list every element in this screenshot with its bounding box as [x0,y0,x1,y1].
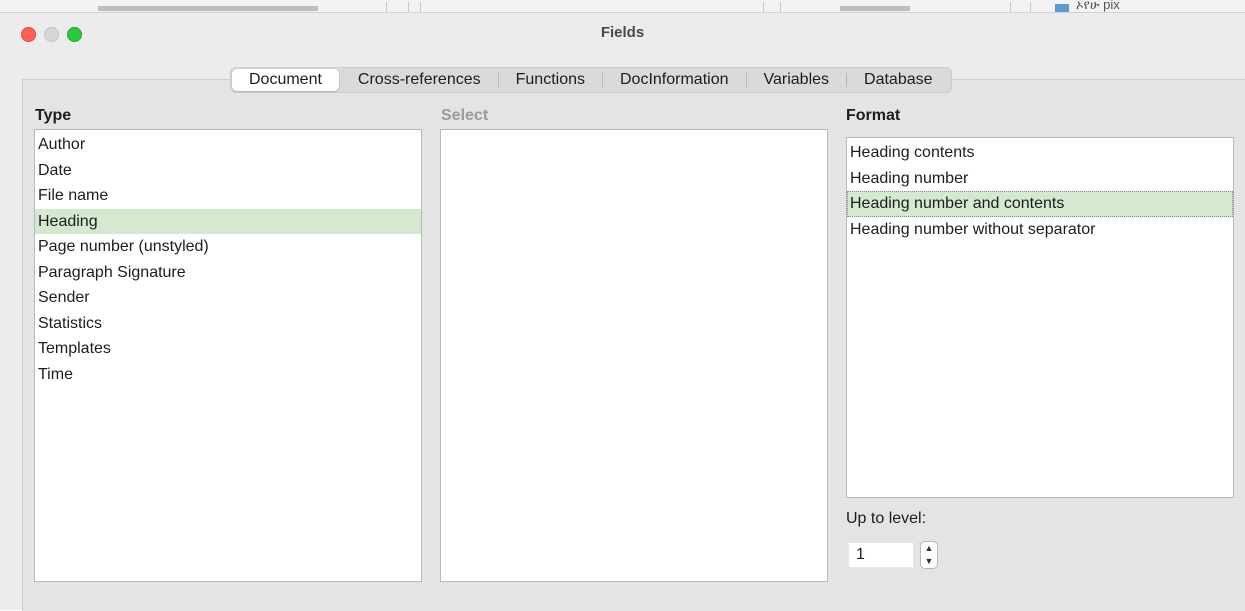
type-item-time[interactable]: Time [35,362,421,388]
type-label: Type [35,107,72,124]
background-divider [386,2,387,12]
type-item-statistics[interactable]: Statistics [35,311,421,337]
select-label: Select [441,107,489,124]
type-item-page-number[interactable]: Page number (unstyled) [35,234,421,260]
background-divider [408,2,409,12]
level-input[interactable]: 1 [848,542,914,568]
chevron-down-icon[interactable]: ▼ [921,555,937,568]
background-divider [420,2,421,12]
type-item-author[interactable]: Author [35,132,421,158]
chevron-up-icon[interactable]: ▲ [921,542,937,555]
tab-docinformation[interactable]: DocInformation [603,69,746,91]
type-item-heading[interactable]: Heading [35,208,421,234]
background-folder-icon [1055,4,1069,12]
background-divider [1010,2,1011,12]
tab-document[interactable]: Document [232,69,339,91]
format-item-heading-number-without-separator[interactable]: Heading number without separator [847,217,1233,243]
background-scroll-bar [840,6,910,11]
background-divider [780,2,781,12]
format-item-heading-number-and-contents[interactable]: Heading number and contents [847,191,1233,217]
type-item-date[interactable]: Date [35,158,421,184]
format-item-heading-contents[interactable]: Heading contents [847,140,1233,166]
level-label: Up to level: [846,510,927,527]
background-scroll-bar [98,6,318,11]
background-divider [763,2,764,12]
tab-bar: Document Cross-references Functions DocI… [230,67,952,93]
tab-variables[interactable]: Variables [747,69,847,91]
type-item-paragraph-signature[interactable]: Paragraph Signature [35,260,421,286]
type-list[interactable]: Author Date File name Heading Page numbe… [34,129,422,582]
type-item-file-name[interactable]: File name [35,183,421,209]
format-label: Format [846,107,901,124]
tab-functions[interactable]: Functions [499,69,602,91]
background-divider [1030,2,1031,12]
window-title: Fields [600,24,645,41]
type-item-sender[interactable]: Sender [35,285,421,311]
fields-dialog: Fields Document Cross-references Functio… [0,12,1245,611]
background-app-strip: ኦየሁ pix [0,0,1245,12]
type-item-templates[interactable]: Templates [35,336,421,362]
format-list[interactable]: Heading contents Heading number Heading … [846,137,1234,498]
tab-cross-references[interactable]: Cross-references [341,69,498,91]
format-item-heading-number[interactable]: Heading number [847,166,1233,192]
title-bar: Fields [0,13,1245,53]
select-list[interactable] [440,129,828,582]
level-stepper[interactable]: ▲ ▼ [920,541,938,569]
tab-database[interactable]: Database [847,69,950,91]
